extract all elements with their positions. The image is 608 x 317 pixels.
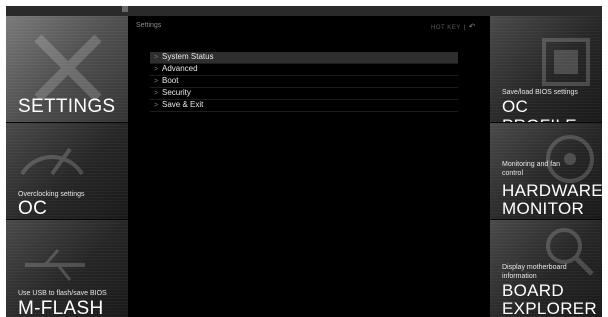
mflash-tile-title: M-FLASH: [18, 298, 104, 317]
profile-icon: [542, 38, 590, 86]
hardware-monitor-title-line1: HARDWARE: [502, 181, 602, 200]
oc-profile-title: OC PROFILE: [502, 97, 577, 122]
board-explorer-tile[interactable]: Display motherboard information BOARD EX…: [490, 220, 602, 317]
chevron-right-icon: >: [154, 54, 159, 61]
top-bar: [6, 6, 602, 16]
breadcrumb: Settings: [136, 22, 162, 29]
back-icon[interactable]: ↶: [469, 22, 476, 31]
hotkey-separator: |: [463, 25, 466, 31]
oc-profile-tile[interactable]: Save/load BIOS settings OC PROFILE: [490, 16, 602, 122]
menu-item-system-status[interactable]: > System Status: [150, 52, 458, 64]
menu-item-security[interactable]: > Security: [150, 88, 458, 100]
settings-tile-title: SETTINGS: [18, 96, 116, 117]
settings-menu: > System Status > Advanced > Boot > Security…: [150, 52, 458, 112]
gauge-icon: [20, 147, 84, 176]
usb-icon: [25, 249, 85, 281]
hardware-monitor-title-line2: MONITOR: [502, 199, 585, 218]
menu-item-label: Security: [162, 88, 191, 97]
hotkey-area[interactable]: HOT KEY | ↶: [431, 22, 476, 31]
main-panel: Settings HOT KEY | ↶ > System Status > Advan…: [128, 16, 490, 317]
chevron-right-icon: >: [154, 90, 159, 97]
oc-tile-title: OC: [18, 198, 48, 219]
menu-item-advanced[interactable]: > Advanced: [150, 64, 458, 76]
hardware-monitor-caption: Monitoring and fan control: [502, 161, 560, 177]
board-explorer-title-line2: EXPLORER: [502, 299, 597, 317]
settings-tile[interactable]: SETTINGS: [6, 16, 128, 122]
mflash-tile-caption: Use USB to flash/save BIOS: [18, 290, 107, 297]
oc-tile[interactable]: Overclocking settings OC: [6, 123, 128, 219]
menu-item-label: Save & Exit: [162, 100, 204, 109]
chevron-right-icon: >: [154, 78, 159, 85]
chevron-right-icon: >: [154, 102, 159, 109]
menu-item-save-exit[interactable]: > Save & Exit: [150, 100, 458, 112]
menu-item-label: Boot: [162, 76, 179, 85]
chevron-right-icon: >: [154, 66, 159, 73]
menu-item-label: Advanced: [162, 64, 198, 73]
msi-logo-icon: [122, 6, 128, 12]
board-explorer-caption: Display motherboard information: [502, 264, 567, 280]
menu-item-boot[interactable]: > Boot: [150, 76, 458, 88]
mflash-tile[interactable]: Use USB to flash/save BIOS M-FLASH: [6, 220, 128, 317]
menu-item-label: System Status: [162, 52, 214, 61]
fan-icon: [546, 135, 594, 183]
hardware-monitor-tile[interactable]: Monitoring and fan control HARDWARE MONI…: [490, 123, 602, 219]
oc-profile-caption: Save/load BIOS settings: [502, 89, 578, 96]
hotkey-label[interactable]: HOT KEY: [431, 25, 461, 31]
main-header: Settings HOT KEY | ↶: [128, 16, 490, 36]
bios-screen: SETTINGS Overclocking settings OC Use US…: [6, 6, 602, 317]
board-explorer-title-line1: BOARD: [502, 281, 564, 300]
